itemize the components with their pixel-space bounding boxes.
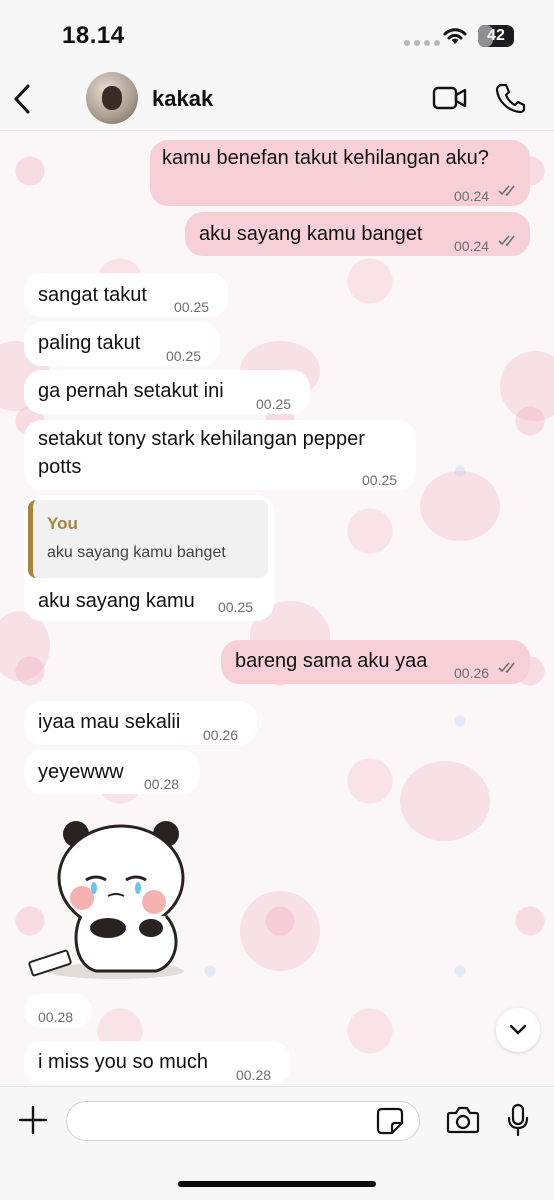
message-text: aku sayang kamu bbox=[38, 590, 195, 612]
double-check-icon bbox=[498, 235, 515, 247]
wallpaper-decoration bbox=[420, 471, 500, 541]
contact-name[interactable]: kakak bbox=[152, 86, 213, 112]
message-bubble-incoming[interactable]: setakut tony stark kehilangan pepper pot… bbox=[24, 420, 416, 490]
microphone-icon[interactable] bbox=[506, 1103, 530, 1137]
status-time: 18.14 bbox=[62, 22, 125, 49]
quoted-text: aku sayang kamu banget bbox=[47, 544, 226, 561]
message-bubble-incoming[interactable]: iyaa mau sekalii 00.26 bbox=[24, 701, 257, 745]
message-time: 00.25 bbox=[362, 472, 398, 488]
message-text: iyaa mau sekalii bbox=[38, 711, 181, 733]
message-time: 00.25 bbox=[166, 348, 202, 364]
phone-icon[interactable] bbox=[494, 82, 526, 114]
chevron-down-icon bbox=[509, 1024, 527, 1035]
message-time: 00.28 bbox=[38, 1009, 74, 1025]
message-text: ga pernah setakut ini bbox=[38, 380, 224, 402]
sticker-icon[interactable] bbox=[376, 1107, 404, 1135]
message-bubble-incoming[interactable]: ga pernah setakut ini 00.25 bbox=[24, 370, 310, 414]
wallpaper-decoration bbox=[400, 761, 490, 841]
message-text: paling takut bbox=[38, 332, 141, 354]
message-bubble-outgoing[interactable]: aku sayang kamu banget 00.24 bbox=[185, 212, 530, 256]
message-time: 00.24 bbox=[454, 238, 490, 254]
quoted-author: You bbox=[47, 514, 78, 533]
status-bar: 18.14 42 bbox=[0, 0, 554, 70]
message-bubble-outgoing[interactable]: kamu benefan takut kehilangan aku? 00.24 bbox=[150, 140, 530, 206]
message-text-line-1: setakut tony stark kehilangan pepper bbox=[38, 428, 365, 450]
sticker-time-bubble: 00.28 bbox=[24, 994, 92, 1028]
message-bubble-incoming[interactable]: yeyewww 00.28 bbox=[24, 750, 200, 794]
message-time: 00.25 bbox=[218, 599, 254, 615]
message-text: bareng sama aku yaa bbox=[235, 650, 428, 672]
message-time: 00.26 bbox=[454, 665, 490, 681]
message-composer bbox=[0, 1086, 554, 1200]
message-bubble-incoming[interactable]: sangat takut 00.25 bbox=[24, 273, 228, 317]
message-text-line-2: potts bbox=[38, 456, 82, 478]
home-indicator bbox=[178, 1181, 376, 1187]
message-time: 00.25 bbox=[256, 396, 292, 412]
scroll-to-bottom-button[interactable] bbox=[496, 1008, 540, 1052]
cellular-signal-icon bbox=[404, 40, 440, 46]
message-time: 00.25 bbox=[174, 299, 210, 315]
quoted-reply[interactable]: You aku sayang kamu banget bbox=[28, 500, 268, 578]
wifi-icon bbox=[443, 28, 467, 44]
video-call-icon[interactable] bbox=[432, 84, 468, 112]
message-bubble-outgoing[interactable]: bareng sama aku yaa 00.26 bbox=[221, 640, 530, 684]
message-bubble-incoming[interactable]: paling takut 00.25 bbox=[24, 322, 220, 366]
message-text: aku sayang kamu banget bbox=[199, 223, 423, 245]
camera-icon[interactable] bbox=[446, 1105, 480, 1135]
plus-icon[interactable] bbox=[18, 1105, 48, 1135]
message-time: 00.28 bbox=[236, 1067, 272, 1083]
message-time: 00.28 bbox=[144, 776, 180, 792]
wallpaper-decoration bbox=[240, 891, 320, 971]
crying-panda-sticker[interactable] bbox=[26, 816, 196, 988]
double-check-icon bbox=[498, 185, 515, 197]
message-bubble-incoming[interactable]: i miss you so much 00.28 bbox=[24, 1041, 290, 1085]
wallpaper-decoration bbox=[500, 351, 554, 421]
message-text: sangat takut bbox=[38, 284, 147, 306]
message-text: yeyewww bbox=[38, 761, 124, 783]
wallpaper-decoration bbox=[0, 611, 50, 681]
battery-icon: 42 bbox=[478, 25, 514, 47]
chat-header: kakak bbox=[0, 70, 554, 131]
message-input[interactable] bbox=[66, 1101, 420, 1141]
message-text: kamu benefan takut kehilangan aku? bbox=[162, 147, 489, 169]
message-text: i miss you so much bbox=[38, 1051, 209, 1073]
message-time: 00.26 bbox=[203, 727, 239, 743]
back-chevron-icon[interactable] bbox=[10, 82, 36, 116]
double-check-icon bbox=[498, 662, 515, 674]
message-time: 00.24 bbox=[454, 188, 490, 204]
battery-percent: 42 bbox=[487, 27, 505, 44]
contact-avatar[interactable] bbox=[86, 72, 138, 124]
